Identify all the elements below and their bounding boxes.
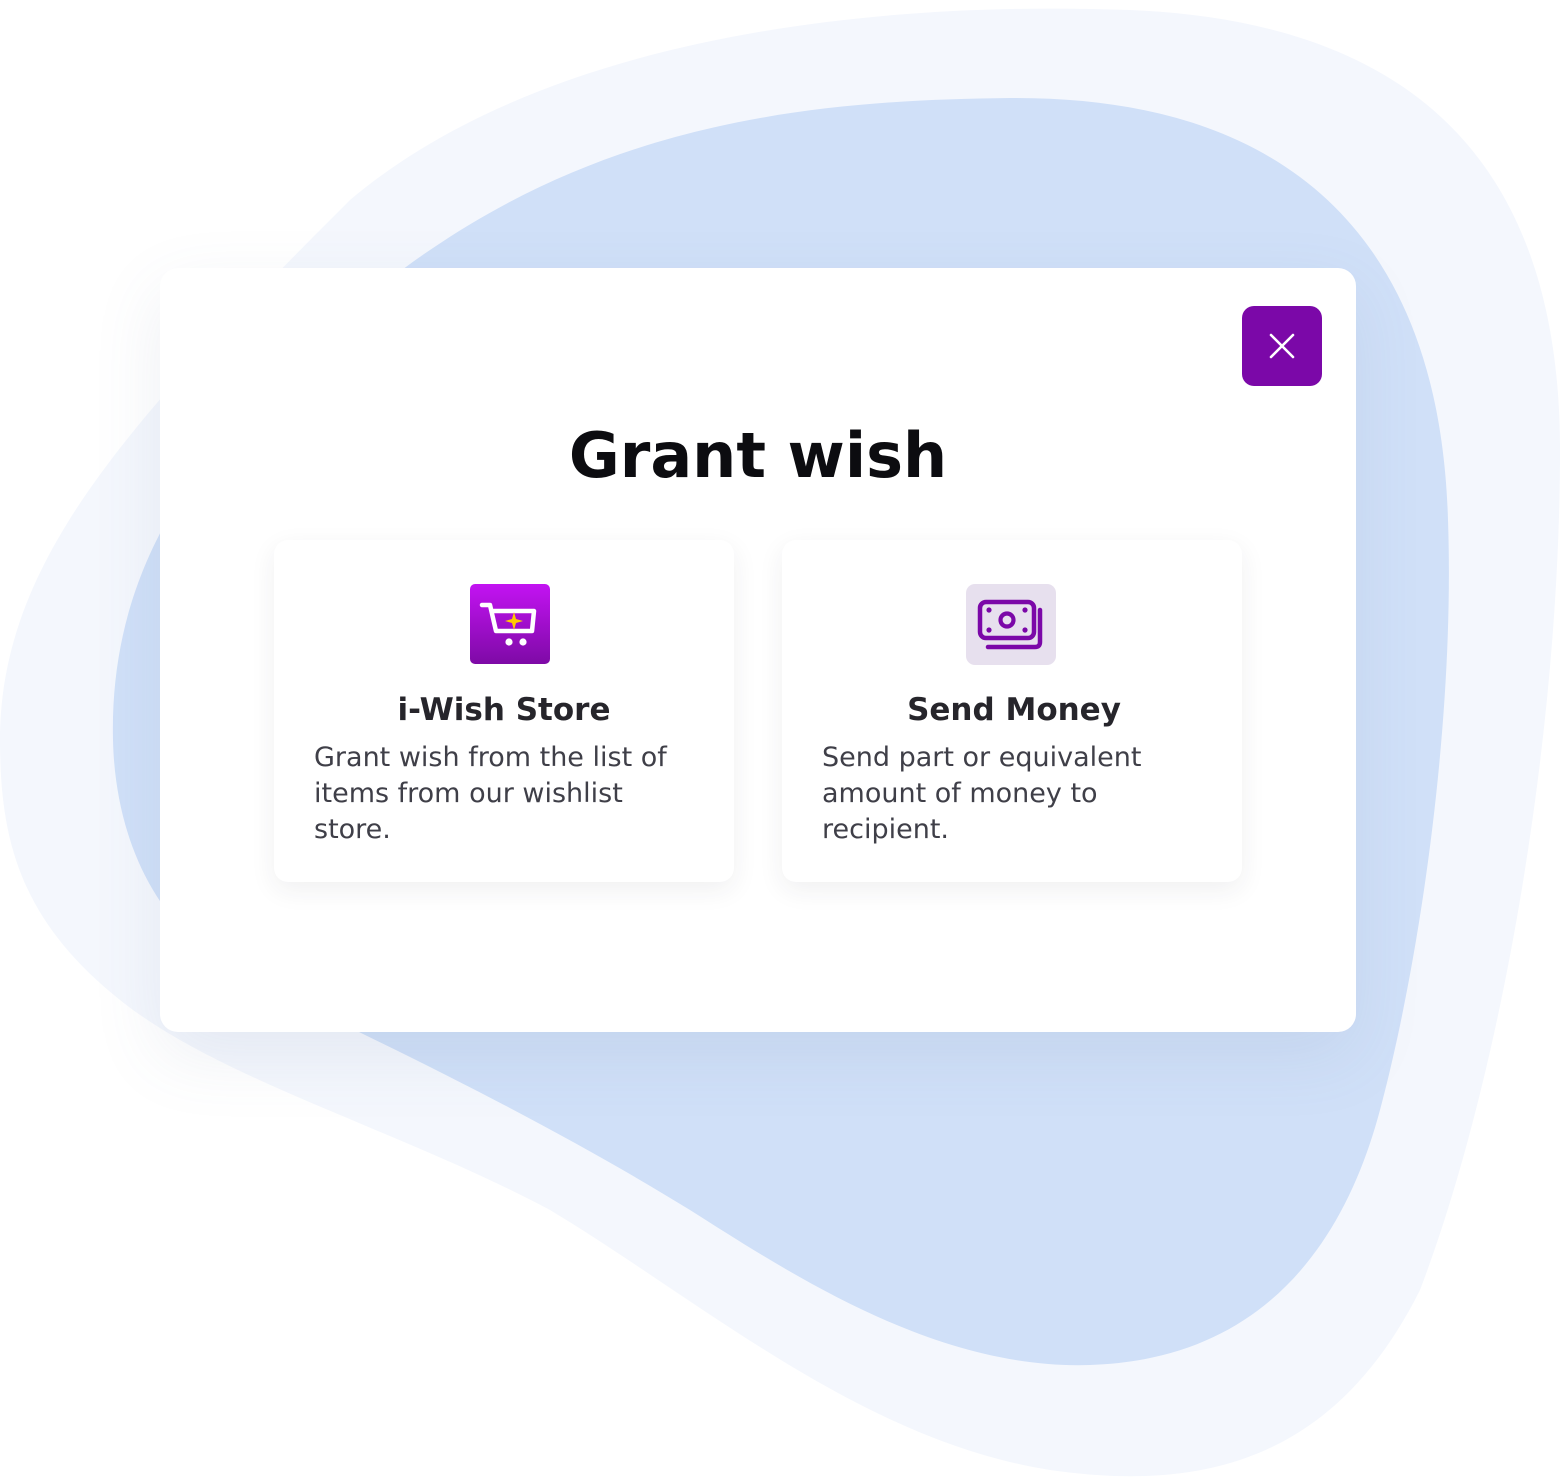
send-money-option[interactable]: Send Money Send part or equivalent amoun…: [782, 540, 1242, 882]
iwish-store-option[interactable]: i-Wish Store Grant wish from the list of…: [274, 540, 734, 882]
close-button[interactable]: [1242, 306, 1322, 386]
grant-wish-modal: Grant wish i-Wish Store Grant wish from …: [160, 268, 1356, 1032]
shopping-cart-sparkle-icon: [470, 584, 550, 664]
close-icon: [1269, 333, 1295, 359]
money-bills-icon: [966, 584, 1056, 665]
modal-title: Grant wish: [568, 419, 948, 492]
option-title: i-Wish Store: [397, 692, 611, 728]
option-title: Send Money: [907, 692, 1121, 728]
page-stage: Grant wish i-Wish Store Grant wish from …: [0, 0, 1563, 1484]
option-description: Grant wish from the list of items from o…: [314, 742, 667, 845]
option-description: Send part or equivalent amount of money …: [822, 742, 1142, 845]
